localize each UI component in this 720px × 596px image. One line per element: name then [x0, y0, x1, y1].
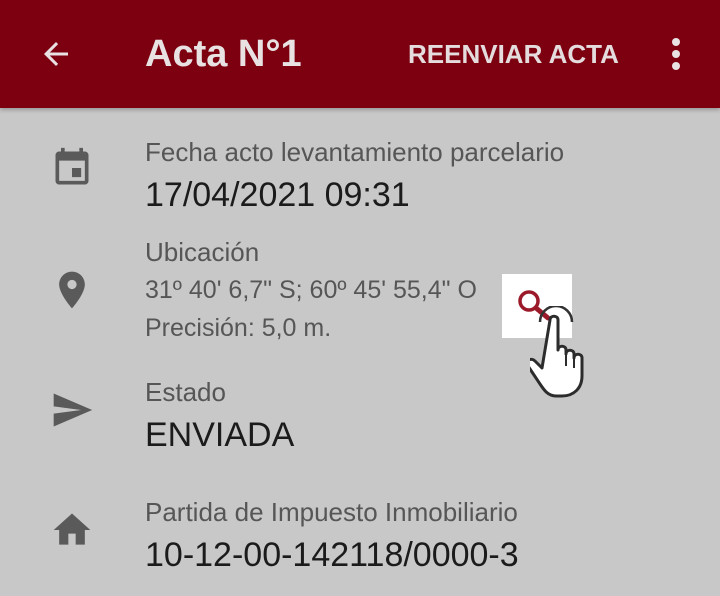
location-row: Ubicación 31º 40' 6,7" S; 60º 45' 55,4" … [0, 232, 720, 352]
arrow-left-icon [44, 42, 68, 66]
location-coordinates: 31º 40' 6,7" S; 60º 45' 55,4" O [145, 276, 477, 304]
location-precision: Precisión: 5,0 m. [145, 314, 332, 342]
location-label: Ubicación [145, 237, 260, 267]
send-icon [50, 388, 94, 432]
status-label: Estado [145, 377, 226, 407]
map-pin-icon [50, 268, 94, 312]
app-bar: Acta N°1 REENVIAR ACTA [0, 0, 720, 108]
back-button[interactable] [28, 28, 84, 80]
resend-act-button[interactable]: REENVIAR ACTA [400, 34, 627, 74]
status-row: Estado ENVIADA [0, 372, 720, 462]
status-value: ENVIADA [145, 416, 295, 454]
more-vertical-icon [672, 38, 680, 70]
tax-label: Partida de Impuesto Inmobiliario [145, 497, 518, 527]
date-value: 17/04/2021 09:31 [145, 176, 410, 214]
home-icon [50, 508, 94, 552]
page-title: Acta N°1 [145, 33, 302, 75]
calendar-icon [50, 146, 94, 190]
overflow-menu-button[interactable] [656, 30, 696, 78]
date-label: Fecha acto levantamiento parcelario [145, 137, 565, 167]
tax-value: 10-12-00-142118/0000-3 [145, 536, 519, 574]
tax-row: Partida de Impuesto Inmobiliario 10-12-0… [0, 492, 720, 582]
date-row: Fecha acto levantamiento parcelario 17/0… [0, 130, 720, 220]
